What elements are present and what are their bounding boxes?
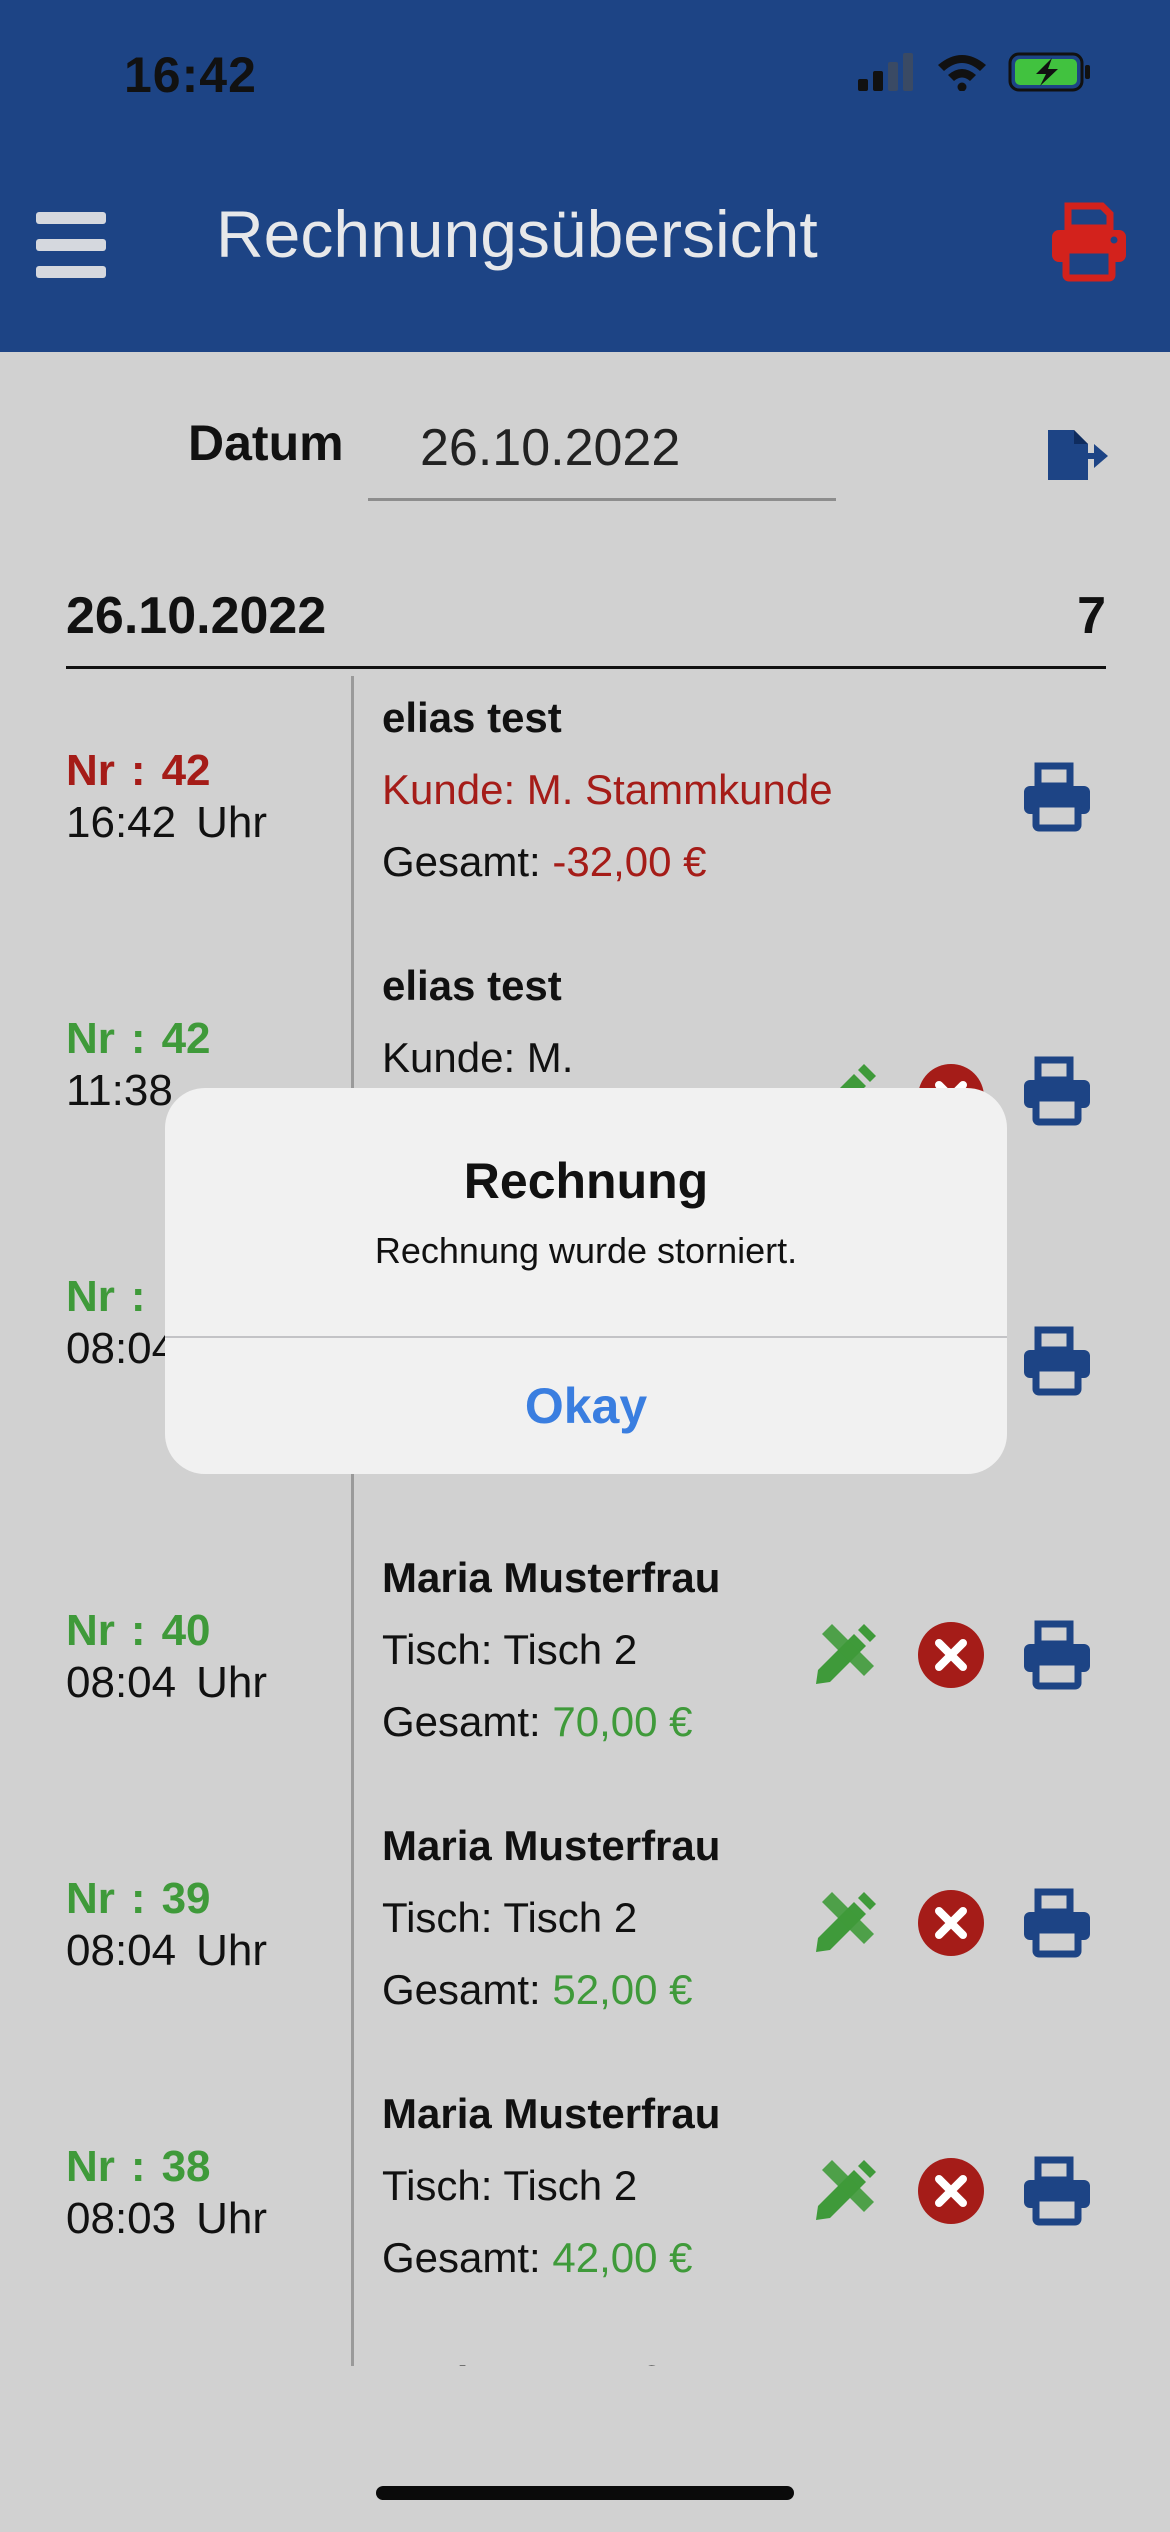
printer-icon[interactable] <box>1020 1056 1094 1126</box>
customer-name: Maria Musterfrau <box>382 1822 721 1869</box>
printer-icon[interactable] <box>1048 202 1130 282</box>
invoice-number: Nr:40 <box>66 1606 211 1655</box>
dialog-title: Rechnung <box>463 1153 709 1209</box>
printer-icon[interactable] <box>1020 1620 1094 1690</box>
printer-icon[interactable] <box>1020 2156 1094 2226</box>
section-count: 7 <box>1077 587 1106 645</box>
customer-name: Maria Musterfrau <box>382 2090 721 2137</box>
edit-icon[interactable] <box>810 1888 880 1958</box>
date-input[interactable]: 26.10.2022 <box>368 400 836 501</box>
customer-name: elias test <box>382 962 562 1009</box>
customer-name: Maria Musterfrau <box>382 1554 721 1601</box>
invoice-time: 08:04 <box>66 1324 177 1373</box>
customer-info: Kunde: M. Stammkunde <box>382 766 833 813</box>
section-header: 26.10.2022 7 <box>66 586 1106 669</box>
cancel-icon[interactable] <box>918 1622 984 1688</box>
printer-icon[interactable] <box>1020 1888 1094 1958</box>
alert-dialog: Rechnung Rechnung wurde storniert. Okay <box>165 1088 1007 1474</box>
cancel-icon[interactable] <box>918 1890 984 1956</box>
invoice-number: Nr:42 <box>66 746 211 795</box>
invoice-total: Gesamt: 42,00 € <box>382 2234 693 2281</box>
wifi-icon <box>938 55 986 91</box>
printer-icon[interactable] <box>1020 762 1094 832</box>
dialog-message: Rechnung wurde storniert. <box>374 1230 798 1271</box>
printer-icon[interactable] <box>1020 1326 1094 1396</box>
invoice-time: 16:42 Uhr <box>66 798 268 847</box>
page-title: Rechnungsübersicht <box>216 197 818 271</box>
battery-icon <box>1008 52 1090 92</box>
invoice-number: Nr:39 <box>66 1874 211 1923</box>
customer-info: Kunde: M. <box>382 1034 574 1081</box>
invoice-number: Nr:42 <box>66 1014 211 1063</box>
home-indicator[interactable] <box>376 2486 794 2500</box>
invoice-number: Nr: <box>66 1272 146 1321</box>
invoice-total: Gesamt: -32,00 € <box>382 838 707 885</box>
status-time: 16:42 <box>124 47 257 103</box>
invoice-time: 08:03 Uhr <box>66 2194 268 2243</box>
edit-icon[interactable] <box>810 2156 880 2226</box>
date-input-value: 26.10.2022 <box>420 419 681 477</box>
invoice-list[interactable]: Nr:42 16:42 Uhr elias test Kunde: M. Stam… <box>0 676 1170 2366</box>
cancel-icon[interactable] <box>918 2158 984 2224</box>
invoice-row[interactable]: Maria Musterfrau <box>0 2340 1170 2366</box>
section-date: 26.10.2022 <box>66 587 327 645</box>
customer-name: elias test <box>382 694 562 741</box>
menu-button[interactable] <box>36 212 108 278</box>
edit-icon[interactable] <box>810 1620 880 1690</box>
table-info: Tisch: Tisch 2 <box>382 1626 638 1673</box>
file-export-icon[interactable] <box>1044 426 1110 484</box>
customer-name: Maria Musterfrau <box>382 2358 720 2366</box>
invoice-number: Nr:38 <box>66 2142 211 2191</box>
invoice-time: 08:04 Uhr <box>66 1658 268 1707</box>
invoice-total: Gesamt: 70,00 € <box>382 1698 693 1745</box>
menu-icon <box>36 212 106 224</box>
status-icons <box>858 52 1092 92</box>
invoice-row[interactable]: Nr:40 08:04 Uhr Maria Musterfrau Tisch: T… <box>0 1480 1170 1804</box>
invoice-time: 08:04 Uhr <box>66 1926 268 1975</box>
table-info: Tisch: Tisch 2 <box>382 2162 638 2209</box>
invoice-time: 11:38 <box>66 1066 173 1115</box>
invoice-total: Gesamt: 52,00 € <box>382 1966 693 2013</box>
app-bar: 16:42 Rechnungsübersicht <box>0 0 1170 352</box>
invoice-row[interactable]: Nr:39 08:04 Uhr Maria Musterfrau Tisch: T… <box>0 1804 1170 2072</box>
cellular-icon <box>858 53 913 91</box>
table-info: Tisch: Tisch 2 <box>382 1894 638 1941</box>
invoice-row[interactable]: Nr:42 16:42 Uhr elias test Kunde: M. Stam… <box>0 676 1170 944</box>
invoice-row[interactable]: Nr:38 08:03 Uhr Maria Musterfrau Tisch: T… <box>0 2072 1170 2340</box>
okay-button[interactable]: Okay <box>165 1338 1007 1474</box>
date-label: Datum <box>188 415 344 471</box>
